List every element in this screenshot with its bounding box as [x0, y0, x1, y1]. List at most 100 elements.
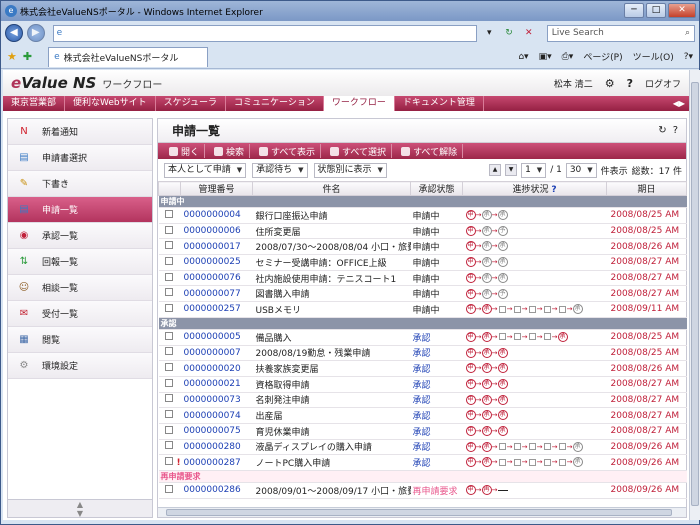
help-icon[interactable]: ? [673, 125, 678, 136]
request-number-link[interactable]: 0000000025 [180, 254, 253, 271]
table-row[interactable]: 0000000017 2008/07/30～2008/08/04 小口・旅費 申請中… [158, 238, 687, 256]
row-checkbox[interactable] [164, 425, 173, 434]
menu-item[interactable]: コミュニケーション [226, 96, 324, 111]
table-row[interactable]: 0000000020 扶養家族変更届 承認申 → 承 → 承 2008/08/26 AM [158, 360, 687, 377]
role-select[interactable]: 本人として申請 ▼ [164, 162, 247, 178]
logout-link[interactable]: ログオフ [645, 77, 681, 90]
select-all-button[interactable]: すべて選択 [325, 144, 393, 158]
row-checkbox[interactable] [164, 272, 173, 281]
refresh-icon[interactable]: ↻ [501, 25, 517, 41]
request-number-link[interactable]: 0000000020 [180, 360, 253, 377]
row-checkbox[interactable] [164, 347, 173, 356]
request-number-link[interactable]: 0000000073 [180, 392, 253, 409]
row-checkbox[interactable] [164, 256, 173, 265]
show-all-button[interactable]: すべて表示 [254, 144, 322, 158]
per-page-select[interactable]: 30 ▼ [565, 162, 597, 178]
row-checkbox[interactable] [164, 410, 173, 419]
sidebar-item[interactable]: ◉ 承認一覧 [8, 223, 152, 249]
sidebar-item[interactable]: ✎ 下書き [8, 171, 152, 197]
sidebar-item[interactable]: ⚙ 環境設定 [8, 353, 152, 379]
search-icon[interactable]: ⌕ [685, 26, 690, 41]
table-row[interactable]: ! 0000000287 ノートPC購入申請 承認申 → 承 → → → → → → 承 2008/09/… [158, 454, 687, 471]
horizontal-scrollbar[interactable] [158, 507, 686, 517]
request-number-link[interactable]: 0000000257 [180, 301, 253, 318]
help-icon[interactable]: ? [627, 77, 633, 90]
back-icon[interactable]: ◀ [5, 24, 23, 42]
column-header[interactable]: 承認状態 [410, 181, 463, 196]
refresh-icon[interactable]: ↻ [658, 125, 666, 136]
dropdown-icon[interactable]: ▾ [481, 25, 497, 41]
browser-tab[interactable]: e 株式会社eValueNSポータル [48, 46, 209, 67]
request-number-link[interactable]: 0000000074 [180, 407, 253, 424]
request-number-link[interactable]: 0000000077 [180, 285, 253, 303]
table-row[interactable]: 0000000076 社内施設使用申請：テニスコート1 申請中申 → 承 → 承 2008/0… [158, 270, 687, 287]
request-number-link[interactable]: 0000000006 [180, 223, 253, 240]
column-header[interactable]: 進捗状況 ? [462, 181, 607, 196]
table-row[interactable]: 0000000074 出産届 承認申 → 承 → 承 2008/08/27 AM [158, 407, 687, 424]
table-row[interactable]: 0000000006 住所変更届 申請中申 → 承 → 予 2008/08/25 AM [158, 223, 687, 240]
menu-item[interactable]: 東京営業部 [3, 96, 66, 111]
request-number-link[interactable]: 0000000021 [180, 376, 253, 393]
row-checkbox[interactable] [164, 378, 173, 387]
tools-menu[interactable]: ツール(O) [633, 50, 674, 63]
table-row[interactable]: 0000000005 備品購入 承認申 → 承 → → → → → 承 2008/08/25 AM [158, 329, 687, 346]
favorites-star-icon[interactable]: ★ [7, 50, 17, 63]
table-row[interactable]: 0000000280 液晶ディスプレイの購入申請 承認申 → 承 → → → → → → 承 2008/… [158, 439, 687, 456]
table-row[interactable]: 0000000025 セミナー受講申請：OFFICE上級 申請中申 → 承 → 承 2008/… [158, 254, 687, 271]
row-checkbox[interactable] [164, 303, 173, 312]
forward-icon[interactable]: ▶ [26, 24, 45, 42]
request-number-link[interactable]: 0000000287 [180, 454, 253, 471]
minimize-button[interactable]: ─ [624, 3, 644, 18]
table-row[interactable]: 0000000021 資格取得申請 承認申 → 承 → 承 2008/08/27 AM [158, 376, 687, 393]
open-button[interactable]: 開く [164, 144, 206, 158]
request-number-link[interactable]: 0000000280 [180, 439, 253, 456]
menu-scroll-icon[interactable]: ◀▶ [673, 99, 689, 108]
row-checkbox[interactable] [164, 394, 173, 403]
help-icon[interactable]: ? [551, 185, 556, 195]
home-icon[interactable]: ⌂▾ [518, 52, 528, 62]
stop-icon[interactable]: ✕ [521, 25, 537, 41]
row-checkbox[interactable] [164, 484, 173, 493]
menu-item[interactable]: 便利なWebサイト [65, 96, 156, 111]
print-icon[interactable]: ⎙▾ [562, 52, 574, 62]
page-menu[interactable]: ページ(P) [583, 50, 622, 63]
search-button[interactable]: 検索 [209, 144, 251, 158]
column-header[interactable]: 件名 [252, 181, 411, 196]
page-select[interactable]: 1 ▼ [521, 162, 547, 178]
prev-page-icon[interactable]: ▲ [489, 164, 502, 176]
status-select[interactable]: 承認待ち ▼ [252, 162, 308, 178]
row-checkbox[interactable] [164, 331, 173, 340]
next-page-icon[interactable]: ▼ [505, 164, 518, 176]
table-row[interactable]: 0000000257 USBメモリ 申請中申 → 承 → → → → → → 承 2008/09/11 … [158, 301, 687, 318]
sidebar-item[interactable]: ☺ 相談一覧 [8, 275, 152, 301]
menu-item[interactable]: ドキュメント管理 [395, 96, 484, 111]
deselect-all-button[interactable]: すべて解除 [396, 144, 464, 158]
table-row[interactable]: 0000000075 育児休業申請 承認申 → 承 → 承 2008/08/27 AM [158, 423, 687, 440]
request-number-link[interactable]: 0000000005 [180, 329, 253, 346]
menu-item[interactable]: スケジューラ [156, 96, 227, 111]
url-input[interactable]: e [52, 24, 478, 42]
sidebar-item[interactable]: ✉ 受付一覧 [8, 301, 152, 327]
settings-gear-icon[interactable]: ⚙ [605, 77, 615, 90]
table-row[interactable]: 0000000077 図書購入申請 申請中申 → 承 → 予 2008/08/27 AM [158, 285, 687, 303]
sidebar-item[interactable]: N 新着通知 [8, 119, 152, 145]
view-select[interactable]: 状態別に表示 ▼ [313, 162, 387, 178]
vertical-scrollbar[interactable] [689, 70, 700, 520]
row-checkbox[interactable] [164, 209, 173, 218]
close-button[interactable]: ✕ [668, 3, 696, 18]
row-checkbox[interactable] [164, 225, 173, 234]
column-header[interactable]: 管理番号 [180, 181, 253, 196]
table-row[interactable]: 0000000073 名刺発注申請 承認申 → 承 → 承 2008/08/27 AM [158, 392, 687, 409]
request-number-link[interactable]: 0000000286 [180, 482, 253, 499]
row-checkbox[interactable] [164, 241, 173, 250]
request-number-link[interactable]: 0000000075 [180, 423, 253, 440]
table-row[interactable]: 0000000007 2008/08/19勤怠・残業申請 承認申 → 承 → 承 2008/0… [158, 345, 687, 362]
row-checkbox[interactable] [164, 457, 173, 466]
column-header[interactable]: 期日 [606, 181, 687, 196]
request-number-link[interactable]: 0000000007 [180, 345, 253, 362]
sidebar-item[interactable]: ▤ 申請一覧 [8, 197, 152, 223]
help-icon[interactable]: ?▾ [684, 52, 693, 62]
row-checkbox[interactable] [164, 363, 173, 372]
table-row[interactable]: 0000000286 2008/09/01～2008/09/17 小口・旅費 再申請… [158, 482, 687, 499]
add-favorite-icon[interactable]: ✚ [23, 50, 32, 63]
